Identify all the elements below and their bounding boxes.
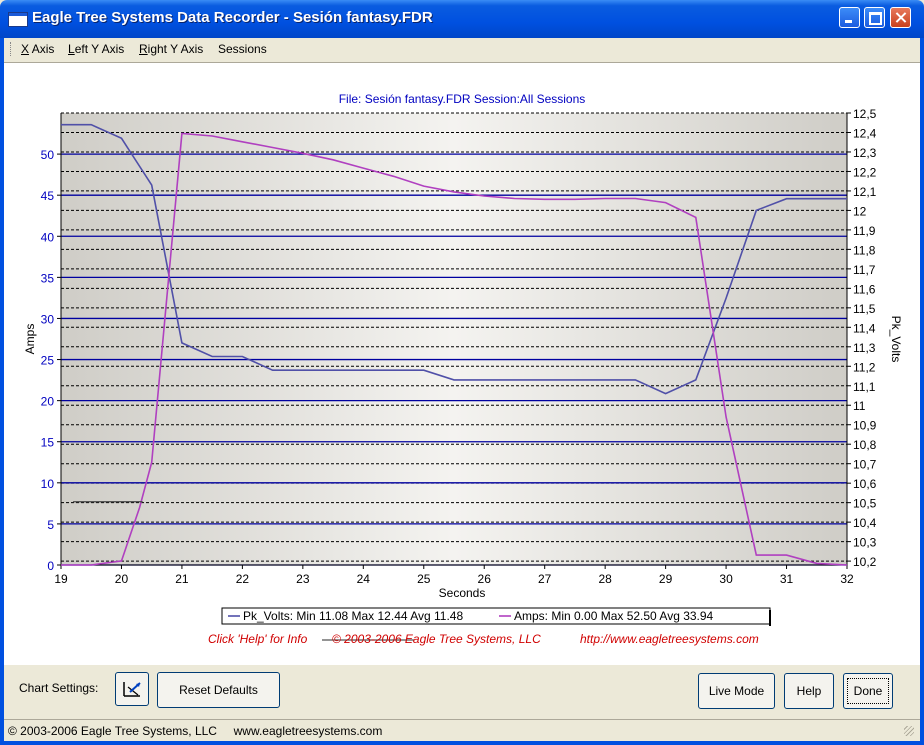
- right-tick-label: 10,4: [853, 516, 877, 530]
- right-tick-label: 12,2: [853, 165, 877, 179]
- menu-grip: [10, 42, 13, 56]
- menu-left-y-axis[interactable]: Left Y Axis: [68, 42, 124, 56]
- right-tick-label: 11,8: [853, 243, 876, 257]
- right-tick-label: 11,3: [853, 341, 876, 355]
- x-axis-title: Seconds: [439, 586, 486, 600]
- right-tick-label: 12,3: [853, 146, 877, 160]
- menu-bar: X Axis Left Y Axis Right Y Axis Sessions: [4, 38, 920, 60]
- chart-panel: File: Sesión fantasy.FDR Session:All Ses…: [4, 62, 920, 665]
- chart-settings-icon: [123, 682, 141, 697]
- chart-settings-button[interactable]: [115, 672, 149, 706]
- status-text: © 2003-2006 Eagle Tree Systems, LLC www.…: [8, 724, 383, 738]
- x-tick-label: 31: [780, 572, 794, 586]
- reset-defaults-button[interactable]: Reset Defaults: [157, 672, 280, 708]
- done-button-label: Done: [846, 678, 890, 704]
- menu-right-y-axis[interactable]: Right Y Axis: [139, 42, 203, 56]
- resize-grip[interactable]: [904, 726, 914, 736]
- x-tick-label: 25: [417, 572, 431, 586]
- legend-label-amps: Amps: Min 0.00 Max 52.50 Avg 33.94: [514, 609, 714, 623]
- right-tick-label: 11,4: [853, 321, 876, 335]
- legend-label-volts: Pk_Volts: Min 11.08 Max 12.44 Avg 11.48: [243, 609, 463, 623]
- left-tick-label: 0: [47, 559, 54, 573]
- live-mode-button[interactable]: Live Mode: [698, 673, 775, 709]
- menu-x-axis-label: Axis: [29, 42, 55, 56]
- right-tick-label: 12,4: [853, 126, 877, 140]
- left-tick-label: 10: [41, 477, 55, 491]
- x-tick-label: 21: [175, 572, 189, 586]
- window-title: Eagle Tree Systems Data Recorder - Sesió…: [32, 9, 433, 26]
- right-tick-label: 11,5: [853, 302, 876, 316]
- x-tick-label: 20: [115, 572, 129, 586]
- left-tick-label: 45: [41, 189, 55, 203]
- right-tick-label: 12,1: [853, 185, 877, 199]
- left-tick-label: 5: [47, 518, 54, 532]
- left-axis-title: Amps: [23, 324, 37, 355]
- footer-url-text: http://www.eagletreesystems.com: [580, 632, 759, 646]
- left-tick-label: 30: [41, 312, 55, 326]
- left-tick-label: 50: [41, 148, 55, 162]
- right-tick-label: 11: [853, 399, 866, 413]
- right-tick-label: 10,8: [853, 438, 877, 452]
- window-frame-bottom: [0, 741, 924, 745]
- bottom-toolbar: Chart Settings: Reset Defaults Live Mode…: [4, 664, 920, 719]
- close-button[interactable]: [890, 7, 911, 28]
- x-tick-label: 32: [840, 572, 854, 586]
- x-tick-label: 19: [54, 572, 68, 586]
- right-tick-label: 11,1: [853, 380, 876, 394]
- x-tick-label: 30: [719, 572, 733, 586]
- right-axis-title: Pk_Volts: [889, 316, 903, 363]
- menu-left-y-accel: L: [68, 42, 75, 56]
- left-tick-label: 20: [41, 395, 55, 409]
- x-tick-label: 26: [478, 572, 492, 586]
- x-tick-label: 28: [598, 572, 612, 586]
- plot-area: [61, 113, 847, 565]
- right-tick-label: 10,5: [853, 497, 877, 511]
- right-tick-label: 11,9: [853, 224, 876, 238]
- help-button[interactable]: Help: [784, 673, 834, 709]
- right-tick-label: 10,9: [853, 419, 877, 433]
- x-tick-label: 29: [659, 572, 673, 586]
- left-tick-label: 40: [41, 230, 55, 244]
- menu-right-y-accel: R: [139, 42, 148, 56]
- right-tick-label: 12: [853, 204, 867, 218]
- right-tick-label: 11,6: [853, 282, 876, 296]
- footer-help-text: Click 'Help' for Info: [208, 632, 308, 646]
- menu-sessions[interactable]: Sessions: [218, 42, 267, 56]
- window-frame-right: [920, 38, 924, 745]
- maximize-button[interactable]: [864, 7, 885, 28]
- menu-x-axis-accel: X: [21, 42, 30, 56]
- chart-svg: File: Sesión fantasy.FDR Session:All Ses…: [23, 92, 903, 646]
- x-tick-label: 22: [236, 572, 250, 586]
- chart-header-title: File: Sesión fantasy.FDR Session:All Ses…: [339, 92, 586, 106]
- chart-settings-label: Chart Settings:: [19, 681, 99, 695]
- right-tick-label: 12,5: [853, 107, 877, 121]
- right-tick-label: 10,3: [853, 536, 877, 550]
- menu-x-axis[interactable]: X Axis: [21, 42, 54, 56]
- x-tick-label: 24: [357, 572, 371, 586]
- right-tick-label: 11,7: [853, 263, 876, 277]
- done-button[interactable]: Done: [843, 673, 893, 709]
- right-tick-label: 10,2: [853, 555, 877, 569]
- status-bar: © 2003-2006 Eagle Tree Systems, LLC www.…: [4, 719, 920, 742]
- left-tick-label: 15: [41, 436, 55, 450]
- title-bar: Eagle Tree Systems Data Recorder - Sesió…: [0, 0, 924, 38]
- app-window-icon: [8, 12, 28, 27]
- left-tick-label: 25: [41, 354, 55, 368]
- menu-left-y-label: eft Y Axis: [74, 42, 125, 56]
- footer-copyright-text: © 2003-2006 Eagle Tree Systems, LLC: [332, 632, 541, 646]
- minimize-button[interactable]: [839, 7, 860, 28]
- right-tick-label: 10,6: [853, 477, 877, 491]
- x-tick-label: 27: [538, 572, 552, 586]
- right-tick-label: 11,2: [853, 360, 876, 374]
- right-tick-label: 10,7: [853, 458, 877, 472]
- menu-right-y-label: ight Y Axis: [147, 42, 204, 56]
- x-tick-label: 23: [296, 572, 310, 586]
- left-tick-label: 35: [41, 271, 55, 285]
